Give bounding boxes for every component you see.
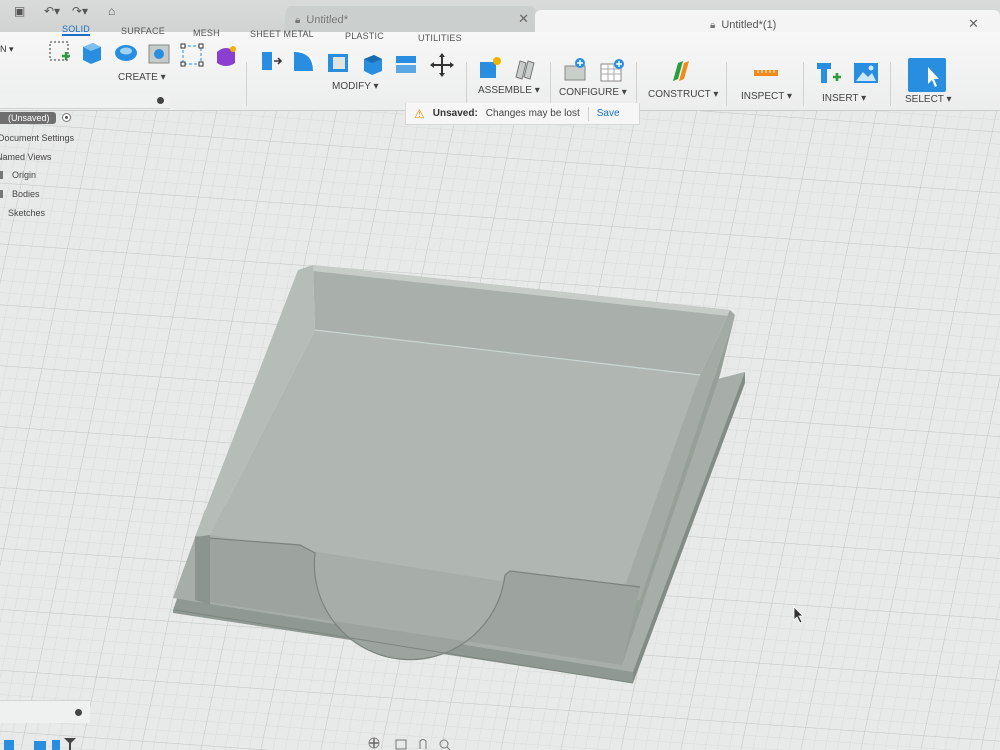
create-sketch-icon[interactable] <box>46 38 74 66</box>
separator <box>726 62 727 106</box>
document-tab-title: Untitled* <box>306 14 349 26</box>
unsaved-notification: ⚠ Unsaved: Changes may be lost Save <box>405 103 640 125</box>
tree-item-origin[interactable]: Origin <box>0 170 36 180</box>
tree-item-bodies[interactable]: Bodies <box>0 189 40 199</box>
comments-panel[interactable] <box>0 700 90 723</box>
combine-icon[interactable] <box>358 49 386 77</box>
tab-plastic[interactable]: PLASTIC <box>345 31 384 41</box>
panel-pin-icon[interactable] <box>157 97 164 104</box>
construct-menu[interactable]: CONSTRUCT ▾ <box>648 89 718 100</box>
joint-icon[interactable] <box>510 55 538 83</box>
timeline-feature-icon[interactable] <box>4 740 14 750</box>
configuration-table-icon[interactable] <box>598 57 626 85</box>
fusion-app-window: ▣ ↶▾ ↷▾ ⌂ 🔒︎ Untitled* ✕ 🔒︎ Untitled*(1)… <box>0 0 1000 750</box>
select-button[interactable] <box>908 58 946 92</box>
shell-icon[interactable] <box>324 48 352 76</box>
browser-panel-header[interactable] <box>0 94 170 109</box>
hole-icon[interactable] <box>145 40 173 68</box>
redo-icon[interactable]: ↷▾ <box>72 4 88 18</box>
separator <box>803 62 804 106</box>
save-link[interactable]: Save <box>597 108 620 119</box>
timeline-marker-icon[interactable] <box>64 738 76 750</box>
separator <box>550 62 551 106</box>
navigation-bar <box>368 737 451 750</box>
insert-derive-icon[interactable] <box>814 59 842 87</box>
split-body-icon[interactable] <box>392 50 420 78</box>
insert-canvas-icon[interactable] <box>852 59 880 87</box>
select-menu[interactable]: SELECT ▾ <box>905 94 952 105</box>
activate-radio-icon[interactable] <box>62 113 71 122</box>
create-form-icon[interactable] <box>212 42 240 70</box>
tab-solid[interactable]: SOLID <box>62 24 91 36</box>
assemble-menu[interactable]: ASSEMBLE ▾ <box>478 85 540 96</box>
unsaved-message: Changes may be lost <box>485 108 580 119</box>
insert-menu[interactable]: INSERT ▾ <box>822 93 866 104</box>
tree-item-named-views[interactable]: Named Views <box>0 152 51 162</box>
close-tab-icon[interactable]: ✕ <box>968 16 979 32</box>
home-icon[interactable]: ⌂ <box>108 4 115 18</box>
visibility-icon[interactable] <box>0 190 3 198</box>
visibility-icon[interactable] <box>0 171 3 179</box>
tree-item-document-settings[interactable]: Document Settings <box>0 133 74 143</box>
fillet-icon[interactable] <box>290 47 318 75</box>
undo-icon[interactable]: ↶▾ <box>44 4 60 18</box>
separator <box>890 62 891 106</box>
pattern-icon[interactable] <box>178 41 206 69</box>
look-at-icon[interactable] <box>395 739 407 750</box>
save-icon[interactable]: ▣ <box>14 4 25 18</box>
move-icon[interactable] <box>428 51 456 79</box>
new-component-icon[interactable] <box>476 54 504 82</box>
construct-plane-icon[interactable] <box>668 57 696 85</box>
orbit-icon[interactable] <box>368 737 380 749</box>
measure-icon[interactable] <box>752 58 780 86</box>
tab-sheet-metal[interactable]: SHEET METAL <box>250 29 314 39</box>
press-pull-icon[interactable] <box>256 46 284 74</box>
tab-surface[interactable]: SURFACE <box>121 26 165 36</box>
tab-utilities[interactable]: UTILITIES <box>418 33 462 43</box>
timeline-feature-icon[interactable] <box>34 741 46 750</box>
pan-icon[interactable] <box>419 739 427 750</box>
separator <box>466 62 467 106</box>
separator <box>587 106 589 121</box>
modify-menu[interactable]: MODIFY ▾ <box>332 81 379 92</box>
tab-mesh[interactable]: MESH <box>193 28 220 38</box>
document-tab-title: Untitled*(1) <box>721 19 777 31</box>
unsaved-label: Unsaved: <box>432 108 478 119</box>
extrude-icon[interactable] <box>78 38 106 66</box>
configure-menu[interactable]: CONFIGURE ▾ <box>559 87 627 98</box>
lock-icon: 🔒︎ <box>294 14 301 26</box>
separator <box>246 62 247 106</box>
timeline-feature-icon[interactable] <box>52 740 60 750</box>
separator <box>636 62 637 106</box>
inspect-menu[interactable]: INSPECT ▾ <box>741 91 792 102</box>
browser-root-node[interactable]: (Unsaved) <box>0 112 56 124</box>
revolve-icon[interactable] <box>112 39 140 67</box>
configure-icon[interactable] <box>562 56 590 84</box>
close-tab-icon[interactable]: ✕ <box>518 11 530 27</box>
zoom-icon[interactable] <box>439 739 451 750</box>
document-tab-untitled[interactable]: 🔒︎ Untitled* ✕ <box>284 6 536 34</box>
tree-item-sketches[interactable]: Sketches <box>8 208 45 218</box>
mouse-cursor-icon <box>793 606 804 624</box>
panel-pin-icon[interactable] <box>75 709 82 716</box>
create-menu[interactable]: CREATE ▾ <box>118 72 166 83</box>
timeline-controls <box>4 738 76 750</box>
select-arrow-icon <box>928 67 939 87</box>
lock-icon: 🔒︎ <box>710 19 716 31</box>
warning-icon: ⚠ <box>414 106 425 121</box>
